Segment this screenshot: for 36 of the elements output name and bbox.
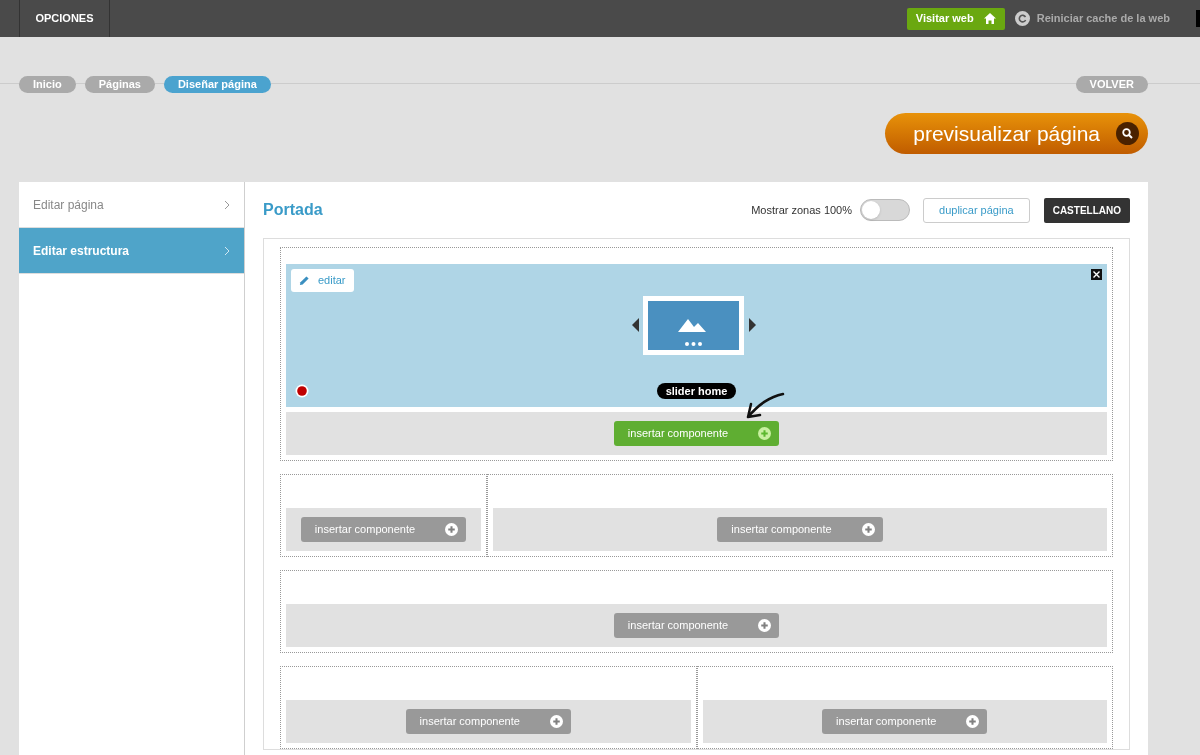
- breadcrumb[interactable]: Diseñar página: [163, 75, 271, 93]
- plus-circle-icon: [445, 523, 459, 536]
- insert-component-button[interactable]: insertar componente: [300, 517, 467, 542]
- breadcrumb[interactable]: Inicio: [19, 75, 76, 93]
- plus-circle-icon: [861, 523, 875, 536]
- refresh-icon: [1014, 11, 1030, 26]
- options-menu[interactable]: OPCIONES: [35, 10, 94, 27]
- search-icon: [1116, 122, 1139, 145]
- insert-component-button[interactable]: insertar componente: [822, 709, 988, 734]
- insert-component-button[interactable]: insertar componente: [717, 517, 883, 542]
- zones-toggle[interactable]: [860, 199, 911, 221]
- edit-button[interactable]: editar: [291, 269, 354, 292]
- status-dot-icon: [295, 384, 309, 398]
- chevron-right-icon: [224, 199, 230, 210]
- component-name-label: slider home: [656, 383, 737, 399]
- plus-circle-icon: [966, 715, 980, 728]
- breadcrumb[interactable]: Páginas: [84, 75, 155, 93]
- duplicate-page-button[interactable]: duplicar página: [923, 197, 1030, 223]
- page-title: Portada: [263, 200, 323, 220]
- preview-page-button[interactable]: previsualizar página: [885, 113, 1148, 154]
- close-icon[interactable]: [1091, 269, 1102, 280]
- reset-cache-link[interactable]: Reiniciar cache de la web: [1036, 10, 1170, 27]
- plus-circle-icon: [549, 715, 563, 728]
- chevron-right-icon: [224, 245, 230, 256]
- zones-toggle-label: Mostrar zonas 100%: [751, 202, 853, 218]
- insert-component-button[interactable]: insertar componente: [405, 709, 571, 734]
- insert-component-button[interactable]: insertar componente: [613, 421, 780, 446]
- home-icon: [983, 13, 996, 24]
- pencil-icon: [299, 275, 310, 286]
- sidebar-item[interactable]: Editar estructura: [19, 228, 244, 274]
- visit-web-button[interactable]: Visitar web: [906, 7, 1005, 30]
- plus-circle-icon: [758, 427, 772, 440]
- insert-component-button[interactable]: insertar componente: [613, 613, 780, 638]
- language-button[interactable]: CASTELLANO: [1043, 197, 1130, 223]
- plus-circle-icon: [758, 619, 772, 632]
- back-button[interactable]: VOLVER: [1075, 75, 1148, 93]
